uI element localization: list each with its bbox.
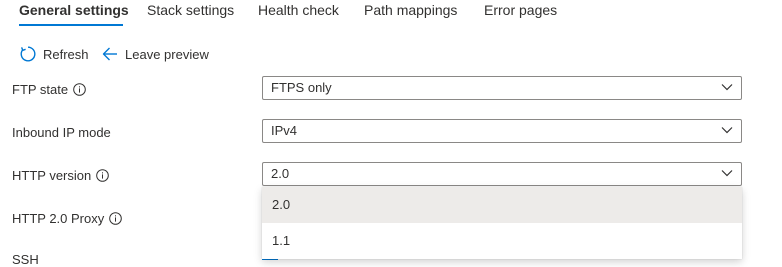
active-tab-indicator	[19, 24, 123, 26]
http-version-option-1-1[interactable]: 1.1	[262, 223, 742, 259]
http-version-options-list: 2.0 1.1	[262, 187, 742, 259]
refresh-icon	[19, 45, 37, 63]
inbound-ip-label: Inbound IP mode	[12, 125, 111, 140]
inbound-ip-dropdown[interactable]: IPv4	[262, 119, 742, 143]
info-icon[interactable]	[73, 83, 86, 96]
chevron-down-icon	[721, 83, 733, 91]
ftp-state-dropdown[interactable]: FTPS only	[262, 76, 742, 100]
info-icon[interactable]	[96, 169, 110, 182]
ftp-state-value: FTPS only	[271, 80, 332, 95]
refresh-label: Refresh	[43, 46, 89, 62]
http-version-value: 2.0	[271, 166, 290, 181]
tab-error-pages[interactable]: Error pages	[484, 2, 557, 18]
inbound-ip-row-label: Inbound IP mode	[12, 125, 111, 140]
tab-general-settings[interactable]: General settings	[19, 2, 129, 18]
http-version-dropdown[interactable]: 2.0	[262, 162, 742, 186]
leave-preview-button[interactable]: Leave preview	[101, 44, 209, 64]
tab-health-check[interactable]: Health check	[258, 2, 339, 18]
http-version-label: HTTP version	[12, 168, 92, 183]
chevron-down-icon	[721, 169, 733, 177]
arrow-left-icon	[101, 45, 119, 63]
inbound-ip-value: IPv4	[271, 123, 298, 138]
http2-proxy-row-label: HTTP 2.0 Proxy	[12, 211, 123, 226]
http2-proxy-label: HTTP 2.0 Proxy	[12, 211, 105, 226]
tab-path-mappings[interactable]: Path mappings	[364, 2, 457, 18]
info-icon[interactable]	[109, 212, 123, 225]
http-version-option-2-0[interactable]: 2.0	[262, 187, 742, 223]
ftp-state-row-label: FTP state	[12, 82, 86, 97]
option-label: 1.1	[272, 233, 291, 248]
refresh-button[interactable]: Refresh	[19, 44, 89, 64]
http-version-row-label: HTTP version	[12, 168, 110, 183]
tab-stack-settings[interactable]: Stack settings	[147, 2, 234, 18]
chevron-down-icon	[721, 126, 733, 134]
ftp-state-label: FTP state	[12, 82, 69, 97]
option-label: 2.0	[272, 197, 291, 212]
leave-preview-label: Leave preview	[125, 46, 209, 62]
